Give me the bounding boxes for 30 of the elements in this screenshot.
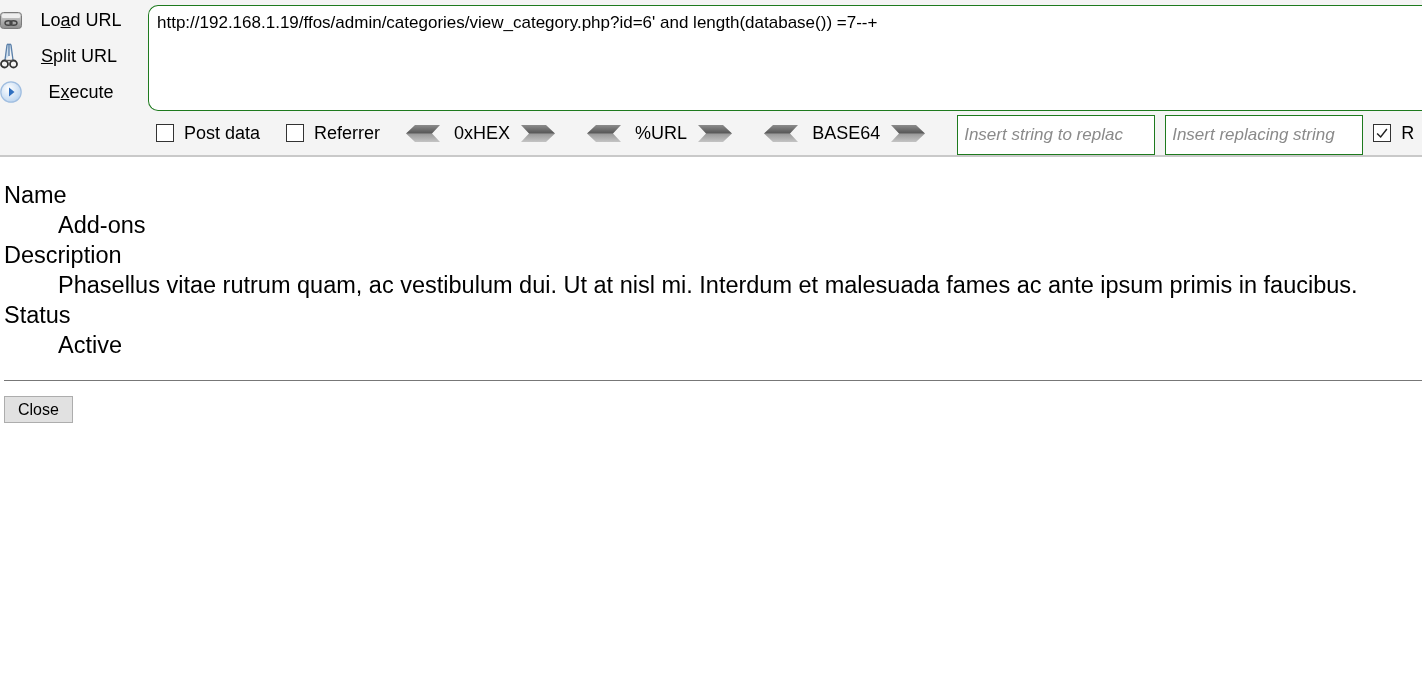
- split-url-button[interactable]: Split URL: [0, 38, 140, 74]
- field-value: Add-ons: [58, 211, 147, 240]
- load-url-button[interactable]: Load URL: [0, 2, 140, 38]
- chevron-left-icon[interactable]: [587, 124, 622, 142]
- chevron-right-icon[interactable]: [521, 124, 556, 142]
- field-label: Status: [4, 301, 72, 330]
- url-field[interactable]: http://192.168.1.19/ffos/admin/categories/view_category.php?id=6' and length(database()) =7--+: [148, 5, 1422, 111]
- field-value: Active: [58, 331, 123, 360]
- checkbox-label: Post data: [184, 122, 261, 144]
- chevron-right-icon[interactable]: [891, 124, 926, 142]
- checkbox[interactable]: [1373, 124, 1392, 142]
- checkbox-label: Referrer: [314, 122, 381, 144]
- close-button[interactable]: Close: [4, 396, 73, 423]
- chevron-left-icon[interactable]: [406, 124, 441, 142]
- checkbox-label: R: [1401, 122, 1415, 144]
- chevron-right-icon[interactable]: [698, 124, 733, 142]
- checkbox[interactable]: [156, 124, 174, 142]
- play-icon: [0, 81, 22, 103]
- input-field[interactable]: Insert string to replac: [957, 115, 1156, 155]
- encoding-label: 0xHEX: [454, 122, 511, 144]
- field-label: Name: [4, 181, 68, 210]
- execute-button[interactable]: Execute: [0, 74, 140, 110]
- encoding-label: BASE64: [812, 122, 881, 144]
- checkbox[interactable]: [286, 124, 305, 142]
- scissors-icon: [0, 43, 18, 69]
- field-value: Phasellus vitae rutrum quam, ac vestibulum dui. Ut at nisl mi. Interdum et malesuada fames ac ante ipsum primis in faucibus.: [58, 271, 1359, 300]
- input-field[interactable]: Insert replacing string: [1165, 115, 1364, 155]
- encoding-label: %URL: [635, 122, 688, 144]
- chevron-left-icon[interactable]: [764, 124, 799, 142]
- field-label: Description: [4, 241, 123, 270]
